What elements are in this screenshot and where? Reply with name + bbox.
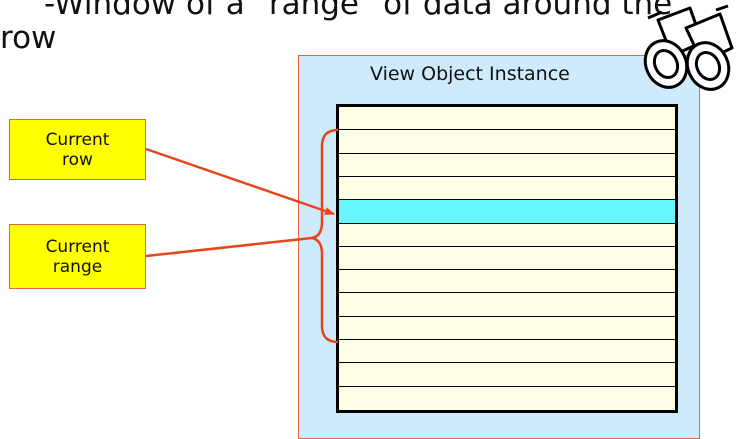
table-row (339, 293, 675, 317)
current-row-label-line-2: row (62, 149, 93, 170)
table-row (339, 224, 675, 247)
heading-line-1: -Window of a "range" of data around the (44, 0, 673, 22)
current-range-connector (145, 236, 313, 258)
table-row (339, 387, 675, 410)
table-row (339, 130, 675, 154)
current-row (339, 200, 675, 224)
table-row (339, 107, 675, 131)
current-range-label-line-1: Current (45, 236, 110, 257)
row-set-table (336, 104, 678, 413)
table-row (339, 340, 675, 364)
current-range-label-line-2: range (52, 256, 103, 277)
table-row (339, 154, 675, 177)
current-range-callout: Current range (9, 224, 146, 289)
diagram-canvas: -Window of a "range" of data around the … (0, 0, 740, 439)
heading-line-2: row (0, 20, 57, 56)
table-row (339, 363, 675, 387)
table-row (339, 317, 675, 341)
table-row (339, 270, 675, 294)
current-row-label-line-1: Current (45, 129, 110, 150)
binoculars-icon (643, 4, 734, 91)
table-row (339, 177, 675, 201)
table-row (339, 247, 675, 271)
view-object-instance-title: View Object Instance (370, 63, 570, 85)
current-row-callout: Current row (9, 119, 146, 180)
